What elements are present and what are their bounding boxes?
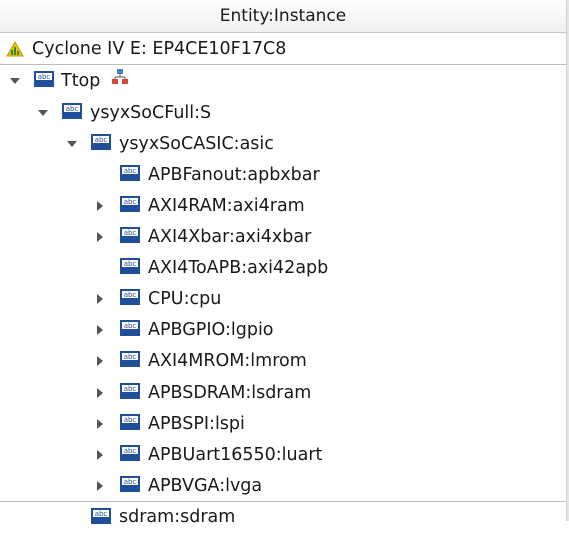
tree-node-apbsdram[interactable]: abc APBSDRAM:lsdram	[0, 378, 566, 409]
expand-arrow-icon[interactable]	[97, 481, 103, 491]
device-label: Cyclone IV E: EP4CE10F17C8	[32, 39, 287, 59]
tree-node-axi4toapb[interactable]: abc AXI4ToAPB:axi42apb	[0, 253, 566, 284]
svg-text:abc: abc	[124, 260, 137, 268]
svg-text:abc: abc	[95, 510, 108, 518]
device-row[interactable]: Cyclone IV E: EP4CE10F17C8	[0, 34, 566, 65]
expand-arrow-icon[interactable]	[97, 325, 103, 335]
tree-node-apbvga[interactable]: abc APBVGA:lvga	[0, 471, 566, 502]
entity-abc-icon: abc	[91, 508, 111, 524]
tree-node-ysyxsocasic[interactable]: abc ysyxSoCASIC:asic	[0, 129, 566, 160]
entity-abc-icon: abc	[120, 196, 140, 212]
svg-text:abc: abc	[124, 229, 137, 237]
tree-node-label: AXI4Xbar:axi4xbar	[148, 227, 312, 247]
svg-text:abc: abc	[66, 105, 79, 113]
svg-text:abc: abc	[124, 198, 137, 206]
expand-arrow-icon[interactable]	[97, 450, 103, 460]
entity-abc-icon: abc	[120, 258, 140, 274]
expand-arrow-icon[interactable]	[97, 419, 103, 429]
entity-abc-icon: abc	[62, 103, 82, 119]
svg-text:abc: abc	[124, 478, 137, 486]
expand-arrow-icon[interactable]	[97, 232, 103, 242]
tree-node-label: sdram:sdram	[119, 507, 236, 527]
svg-text:abc: abc	[124, 416, 137, 424]
svg-text:abc: abc	[38, 73, 51, 81]
expand-arrow-icon[interactable]	[97, 201, 103, 211]
svg-text:abc: abc	[124, 385, 137, 393]
entity-abc-icon: abc	[120, 476, 140, 492]
warning-triangle-icon	[6, 41, 24, 57]
tree-node-label: ysyxSoCASIC:asic	[119, 134, 274, 154]
svg-text:abc: abc	[124, 291, 137, 299]
tree-node-sdram[interactable]: abc sdram:sdram	[0, 503, 566, 534]
tree-node-axi4mrom[interactable]: abc AXI4MROM:lmrom	[0, 346, 566, 377]
svg-text:abc: abc	[124, 167, 137, 175]
expand-arrow-icon[interactable]	[97, 356, 103, 366]
tree-node-label: ysyxSoCFull:S	[90, 103, 212, 123]
tree-node-label: CPU:cpu	[148, 289, 222, 309]
tree-node-label: Ttop	[61, 71, 101, 91]
tree-node-axi4xbar[interactable]: abc AXI4Xbar:axi4xbar	[0, 222, 566, 253]
tree-node-apbfanout[interactable]: abc APBFanout:apbxbar	[0, 160, 566, 191]
entity-abc-icon: abc	[120, 414, 140, 430]
tree-node-label: APBSDRAM:lsdram	[148, 383, 312, 403]
svg-text:abc: abc	[124, 447, 137, 455]
tree-node-apbspi[interactable]: abc APBSPI:lspi	[0, 409, 566, 440]
tree-node-label: APBSPI:lspi	[148, 414, 245, 434]
column-header-label: Entity:Instance	[219, 6, 347, 26]
tree-node-label: APBVGA:lvga	[148, 476, 263, 496]
tree-node-label: AXI4ToAPB:axi42apb	[148, 258, 329, 278]
svg-text:abc: abc	[95, 136, 108, 144]
column-header-entity-instance[interactable]: Entity:Instance	[0, 0, 566, 33]
tree-node-axi4ram[interactable]: abc AXI4RAM:axi4ram	[0, 191, 566, 222]
entity-abc-icon: abc	[120, 165, 140, 181]
tree-node-cpu[interactable]: abc CPU:cpu	[0, 284, 566, 315]
collapse-arrow-icon[interactable]	[10, 78, 20, 84]
entity-abc-icon: abc	[120, 227, 140, 243]
entity-abc-icon: abc	[34, 71, 54, 87]
expand-arrow-icon[interactable]	[97, 388, 103, 398]
expand-arrow-icon[interactable]	[97, 294, 103, 304]
tree-node-ttop[interactable]: abc Ttop	[0, 66, 566, 97]
svg-text:abc: abc	[124, 322, 137, 330]
tree-node-apbuart16550[interactable]: abc APBUart16550:luart	[0, 440, 566, 471]
collapse-arrow-icon[interactable]	[67, 141, 77, 147]
collapse-arrow-icon[interactable]	[38, 110, 48, 116]
tree-node-label: APBGPIO:lgpio	[148, 320, 274, 340]
tree-node-ysyxsocfull[interactable]: abc ysyxSoCFull:S	[0, 98, 566, 129]
svg-text:abc: abc	[124, 353, 137, 361]
entity-abc-icon: abc	[91, 134, 111, 150]
entity-abc-icon: abc	[120, 351, 140, 367]
tree-node-label: APBUart16550:luart	[148, 445, 323, 465]
entity-abc-icon: abc	[120, 445, 140, 461]
tree-node-label: AXI4RAM:axi4ram	[148, 196, 305, 216]
tree-node-label: AXI4MROM:lmrom	[148, 351, 307, 371]
hierarchy-icon	[112, 69, 128, 84]
tree-node-apbgpio[interactable]: abc APBGPIO:lgpio	[0, 315, 566, 346]
tree-node-label: APBFanout:apbxbar	[148, 165, 320, 185]
entity-abc-icon: abc	[120, 320, 140, 336]
entity-abc-icon: abc	[120, 289, 140, 305]
entity-abc-icon: abc	[120, 383, 140, 399]
